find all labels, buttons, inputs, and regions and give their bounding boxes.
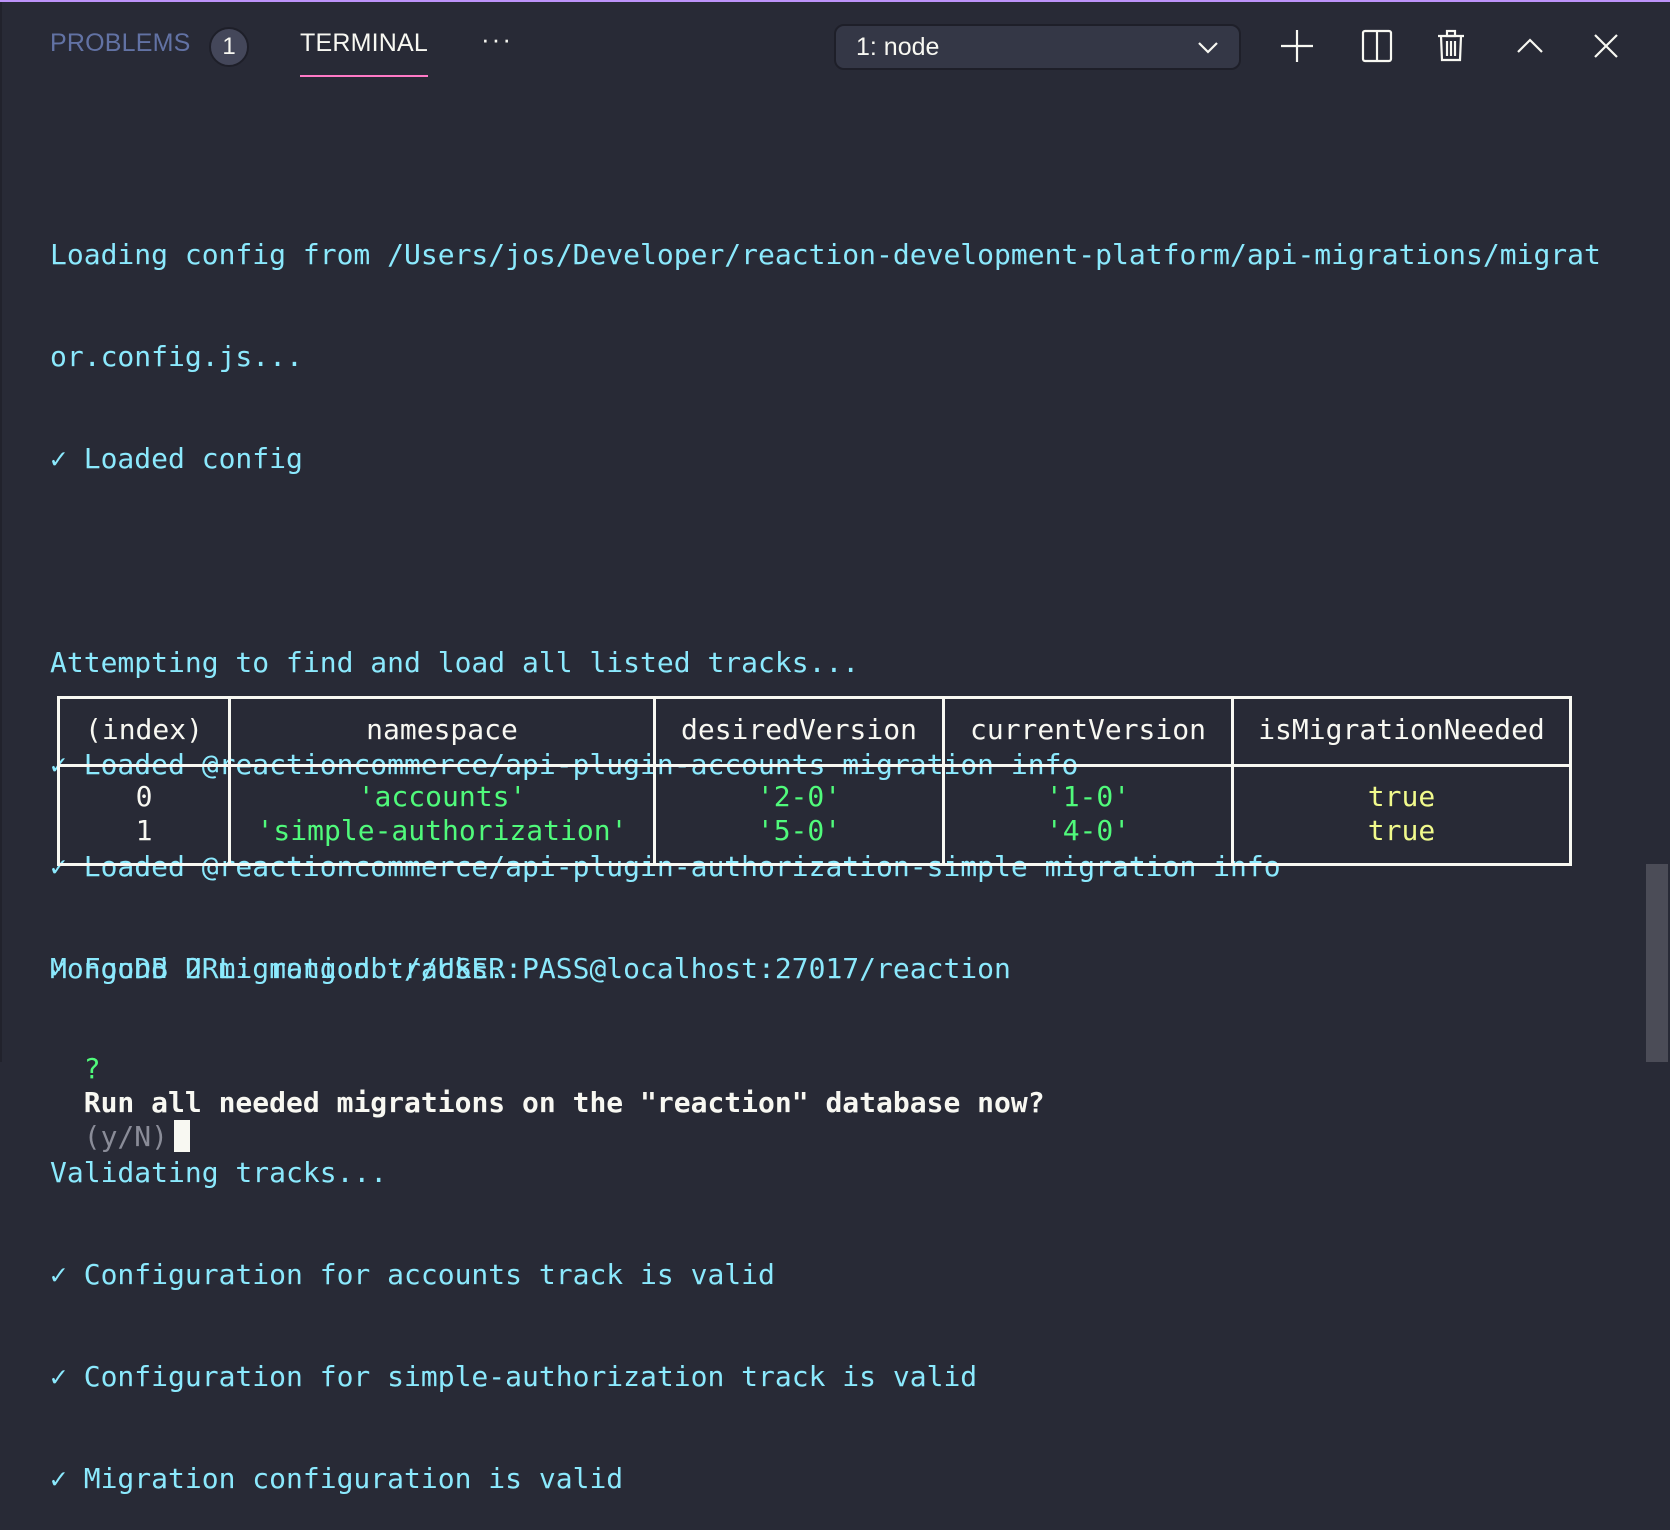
terminal-select-dropdown[interactable]: 1: node	[834, 24, 1241, 70]
table-cell-current-version: '4-0'	[1045, 814, 1131, 847]
table-header-namespace: namespace	[366, 713, 518, 746]
terminal-line: ✓ Migration configuration is valid	[50, 1462, 624, 1495]
close-icon	[1594, 34, 1618, 58]
new-terminal-button[interactable]	[1275, 24, 1319, 68]
table-border-bottom	[57, 863, 1572, 866]
table-cell-index: 0	[135, 780, 153, 813]
prompt-question-marker: ?	[83, 1052, 101, 1085]
panel-header: PROBLEMS 1 TERMINAL ··· 1: node	[0, 2, 1670, 90]
mongodb-url-line: MongoDB URL: mongodb://USER:PASS@localho…	[50, 952, 1011, 985]
tab-terminal[interactable]: TERMINAL	[300, 29, 429, 77]
terminal-line: Attempting to find and load all listed t…	[50, 646, 860, 679]
table-header-separator	[57, 764, 1572, 767]
maximize-panel-button[interactable]	[1508, 24, 1552, 68]
split-terminal-button[interactable]	[1355, 24, 1399, 68]
tab-terminal-label: TERMINAL	[300, 29, 429, 57]
table-border-right	[1569, 696, 1572, 866]
active-tab-indicator	[300, 75, 429, 77]
terminal-line: Loading config from /Users/jos/Developer…	[50, 238, 1601, 271]
prompt-default-hint: (y/N)	[83, 1120, 169, 1153]
panel-left-edge	[0, 2, 2, 1062]
trash-icon	[1438, 29, 1464, 62]
terminal-select-value: 1: node	[856, 33, 940, 61]
table-header-current-version: currentVersion	[969, 713, 1206, 746]
table-cell-is-migration-needed: true	[1367, 780, 1436, 813]
close-panel-button[interactable]	[1584, 24, 1628, 68]
terminal-line: ✓ Loaded config	[50, 442, 303, 475]
kill-terminal-button[interactable]	[1429, 24, 1473, 68]
terminal-line: Validating tracks...	[50, 1156, 388, 1189]
confirm-prompt[interactable]: ? Run all needed migrations on the "reac…	[50, 1018, 1045, 1154]
table-header-index: (index)	[84, 713, 203, 746]
table-cell-current-version: '1-0'	[1045, 780, 1131, 813]
prompt-question-text: Run all needed migrations on the "reacti…	[83, 1086, 1045, 1119]
migration-status-table: (index) namespace desiredVersion current…	[57, 696, 1572, 866]
table-cell-index: 1	[135, 814, 153, 847]
terminal-cursor	[174, 1120, 191, 1152]
terminal-line: ✓ Configuration for accounts track is va…	[50, 1258, 775, 1291]
terminal-line: or.config.js...	[50, 340, 303, 373]
table-header-desired-version: desiredVersion	[680, 713, 917, 746]
table-cell-desired-version: '5-0'	[756, 814, 842, 847]
table-border-top	[57, 696, 1572, 699]
chevron-down-icon	[1198, 42, 1218, 54]
chevron-up-icon	[1517, 38, 1543, 53]
plus-icon	[1281, 30, 1313, 62]
terminal-scrollbar-thumb[interactable]	[1646, 864, 1668, 1062]
table-header-is-migration-needed: isMigrationNeeded	[1258, 713, 1545, 746]
more-actions-button[interactable]: ···	[481, 24, 513, 55]
table-cell-desired-version: '2-0'	[756, 780, 842, 813]
terminal-line: ✓ Configuration for simple-authorization…	[50, 1360, 978, 1393]
table-cell-namespace: 'accounts'	[357, 780, 527, 813]
problems-count-badge: 1	[209, 27, 249, 67]
table-cell-is-migration-needed: true	[1367, 814, 1436, 847]
tab-problems[interactable]: PROBLEMS	[50, 29, 191, 58]
table-cell-namespace: 'simple-authorization'	[256, 814, 628, 847]
split-icon	[1361, 29, 1393, 63]
